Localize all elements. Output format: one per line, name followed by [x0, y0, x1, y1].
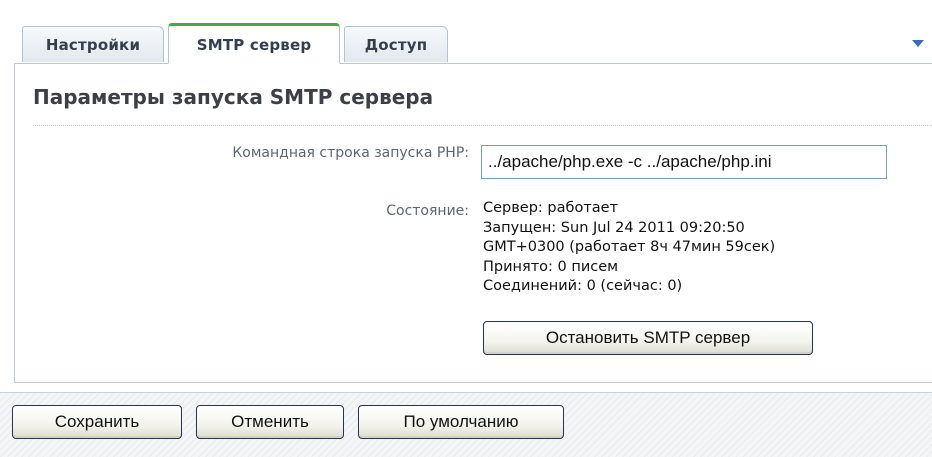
- cmd-label: Командная строка запуска PHP:: [232, 145, 469, 161]
- defaults-button[interactable]: По умолчанию: [358, 405, 564, 439]
- stop-smtp-button[interactable]: Остановить SMTP сервер: [483, 321, 813, 355]
- footer-bar: Сохранить Отменить По умолчанию: [0, 392, 932, 457]
- status-label: Состояние:: [386, 203, 469, 219]
- status-line: Сервер: работает: [483, 200, 619, 216]
- status-line: Принято: 0 писем: [483, 258, 619, 275]
- status-line: Соединений: 0 (сейчас: 0): [483, 278, 683, 294]
- chevron-down-icon[interactable]: [912, 40, 924, 47]
- smtp-panel: Параметры запуска SMTP сервера Командная…: [14, 63, 932, 383]
- tab-bar: Настройки SMTP сервер Доступ: [14, 18, 932, 64]
- panel-title: Параметры запуска SMTP сервера: [33, 85, 434, 109]
- status-line: GMT+0300 (работает 8ч 47мин 59сек): [483, 239, 776, 255]
- tab-smtp-server[interactable]: SMTP сервер: [168, 23, 340, 64]
- save-button[interactable]: Сохранить: [12, 405, 182, 439]
- status-line: Запущен: Sun Jul 24 2011 09:20:50: [483, 219, 745, 236]
- smtp-settings-window: Настройки SMTP сервер Доступ Параметры з…: [0, 0, 932, 457]
- tab-access[interactable]: Доступ: [344, 26, 448, 62]
- cancel-button[interactable]: Отменить: [196, 405, 344, 439]
- php-command-input[interactable]: ../apache/php.exe -c ../apache/php.ini: [481, 145, 887, 179]
- status-text: Сервер: работает Запущен: Sun Jul 24 201…: [483, 199, 775, 297]
- title-divider: [33, 125, 932, 126]
- tab-settings[interactable]: Настройки: [22, 26, 164, 62]
